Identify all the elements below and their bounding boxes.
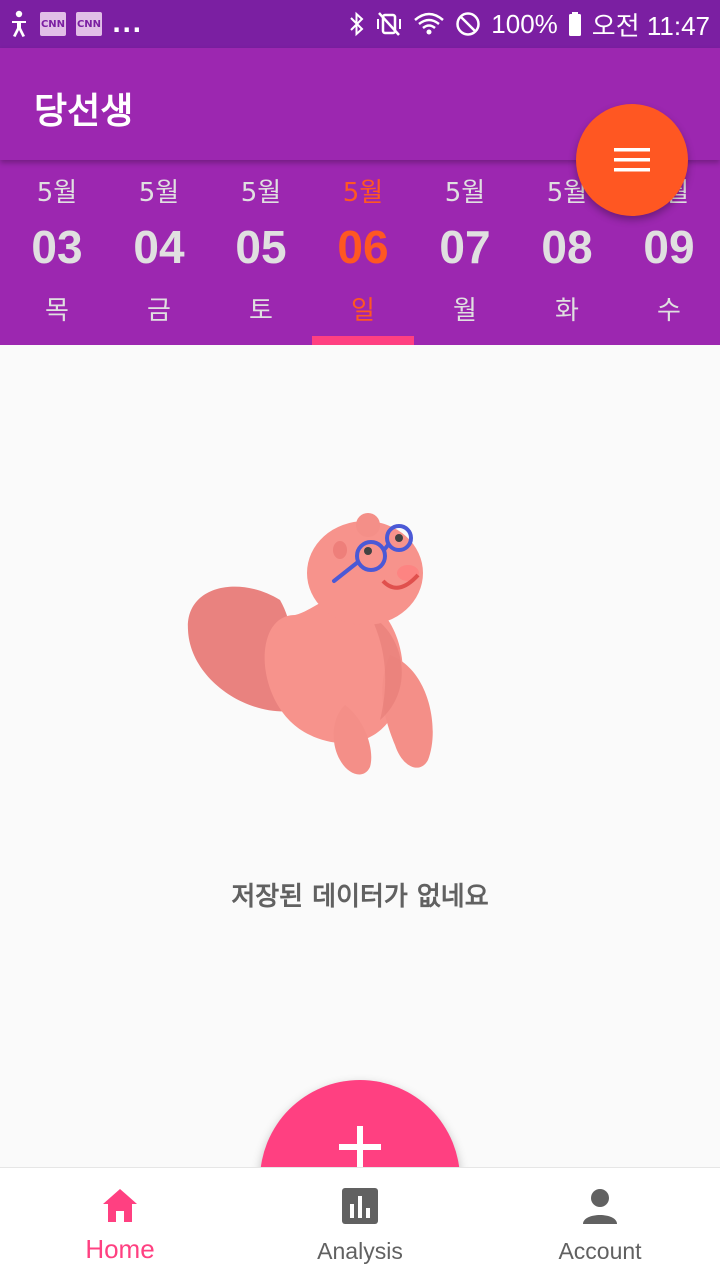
date-item-selected[interactable]: 5월 06 일 [312,160,414,345]
battery-icon [568,11,582,37]
accessibility-icon [8,10,30,38]
bottom-navigation: Home Analysis Account [0,1167,720,1280]
date-item[interactable]: 5월 04 금 [108,160,210,345]
status-right-icons: 100% 오전 11:47 [349,6,710,43]
date-item[interactable]: 5월 03 목 [6,160,108,345]
status-bar: CNN CNN ... 100% 오전 11:47 [0,0,720,48]
date-item[interactable]: 5월 05 토 [210,160,312,345]
person-icon [583,1189,617,1224]
date-item[interactable]: 5월 07 월 [414,160,516,345]
status-left-icons: CNN CNN ... [8,10,142,38]
nav-account-label: Account [558,1238,642,1264]
nav-analysis-label: Analysis [317,1238,403,1264]
nav-account[interactable]: Account [480,1168,720,1280]
date-month: 5월 [138,178,180,208]
clock: 오전 11:47 [591,10,710,41]
squirrel-illustration [180,505,450,785]
nav-home-label: Home [85,1234,155,1264]
nav-home[interactable]: Home [0,1168,240,1280]
date-month: 5월 [240,178,282,208]
date-weekday: 화 [555,296,579,326]
selected-date-indicator [312,336,414,345]
date-weekday: 토 [249,296,273,326]
app-title: 당선생 [34,91,134,132]
vibrate-mute-icon [375,11,403,37]
date-day: 08 [541,221,593,273]
date-month: 5월 [36,178,78,208]
date-month: 5월 [444,178,486,208]
wifi-icon [413,11,445,37]
date-day: 03 [31,221,83,273]
date-weekday: 월 [453,296,477,326]
date-month: 5월 [342,178,384,208]
bar-chart-icon [342,1188,378,1224]
date-day: 06 [337,221,389,273]
date-day: 05 [235,221,287,273]
plus-icon [339,1126,381,1168]
date-day: 07 [439,221,491,273]
battery-percent: 100% [491,8,558,39]
do-not-disturb-icon [455,11,481,37]
bluetooth-icon [349,11,365,37]
hamburger-icon [614,148,650,172]
nav-analysis[interactable]: Analysis [240,1168,480,1280]
menu-button[interactable] [576,104,688,216]
date-weekday: 목 [45,296,69,326]
date-day: 09 [643,221,695,273]
date-weekday: 일 [351,296,375,326]
date-day: 04 [133,221,185,273]
cnn-icon: CNN [40,12,66,36]
notification-overflow: ... [112,10,143,38]
empty-state-message: 저장된 데이터가 없네요 [231,882,489,912]
cnn-icon: CNN [76,12,102,36]
date-weekday: 금 [147,296,171,326]
home-icon [103,1189,137,1222]
date-weekday: 수 [657,296,681,326]
